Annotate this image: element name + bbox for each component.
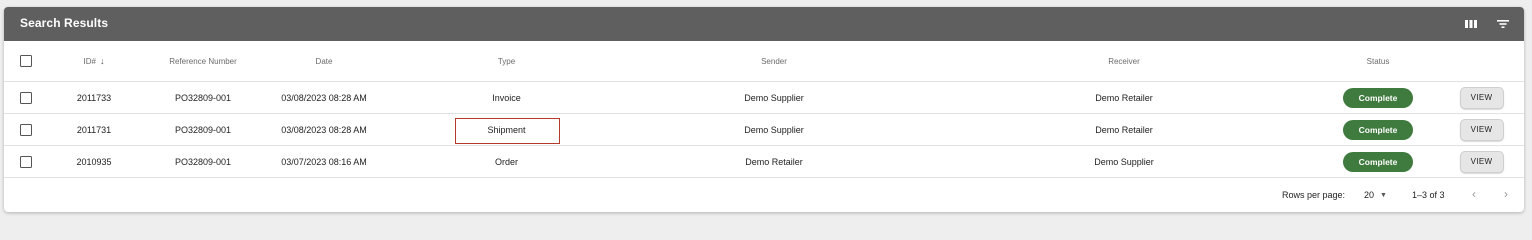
cell-action: VIEW: [1454, 114, 1509, 145]
panel-header: Search Results: [4, 7, 1524, 41]
cell-sender: Demo Retailer: [745, 156, 803, 167]
cell-id: 2011731: [76, 124, 112, 135]
search-results-panel: Search Results ID# ↓ Reference Number Da…: [4, 7, 1524, 212]
row-select-cell: [14, 146, 38, 177]
row-checkbox[interactable]: [20, 123, 32, 136]
cell-id: 2011733: [76, 92, 112, 103]
cell-reference: PO32809-001: [174, 124, 232, 135]
column-header-sender[interactable]: Sender: [704, 41, 844, 81]
column-header-id[interactable]: ID# ↓: [59, 41, 129, 81]
pagination-range: 1–3 of 3: [1412, 190, 1445, 200]
cell-sender: Demo Supplier: [744, 124, 804, 135]
select-all-checkbox[interactable]: [20, 55, 32, 67]
cell-type: Invoice: [492, 92, 521, 103]
sort-down-icon[interactable]: ↓: [100, 56, 105, 66]
cell-receiver: Demo Supplier: [1094, 156, 1154, 167]
cell-status: Complete: [1334, 82, 1422, 113]
select-all-cell: [14, 41, 38, 81]
column-header-status[interactable]: Status: [1334, 41, 1422, 81]
filter-icon[interactable]: [1496, 17, 1510, 31]
cell-status: Complete: [1334, 114, 1422, 145]
table-row[interactable]: 2010935 PO32809-001 03/07/2023 08:16 AM …: [4, 146, 1524, 178]
row-select-cell: [14, 82, 38, 113]
cell-status: Complete: [1334, 146, 1422, 177]
rows-per-page-select[interactable]: 20 ▼: [1364, 190, 1387, 200]
cell-type: Order: [494, 156, 518, 167]
column-header-receiver[interactable]: Receiver: [1054, 41, 1194, 81]
dropdown-caret-icon: ▼: [1380, 191, 1387, 199]
cell-date: 03/08/2023 08:28 AM: [281, 92, 367, 103]
row-checkbox[interactable]: [20, 155, 32, 168]
rows-per-page-value: 20: [1364, 190, 1375, 200]
cell-reference: PO32809-001: [174, 92, 232, 103]
cell-date: 03/08/2023 08:28 AM: [281, 124, 367, 135]
column-header-id-label: ID#: [83, 56, 96, 66]
column-header-date[interactable]: Date: [264, 41, 384, 81]
view-button[interactable]: VIEW: [1459, 150, 1504, 173]
row-checkbox[interactable]: [20, 91, 32, 104]
cell-action: VIEW: [1454, 146, 1509, 177]
cell-reference: PO32809-001: [174, 156, 232, 167]
status-badge: Complete: [1343, 87, 1413, 108]
status-badge: Complete: [1343, 151, 1413, 172]
cell-id: 2010935: [76, 156, 112, 167]
pagination-bar: Rows per page: 20 ▼ 1–3 of 3 ‹ ›: [4, 178, 1524, 212]
columns-icon[interactable]: [1464, 17, 1478, 31]
cell-receiver: Demo Retailer: [1095, 124, 1153, 135]
column-header-reference[interactable]: Reference Number: [148, 41, 258, 81]
cell-sender: Demo Supplier: [744, 92, 804, 103]
panel-title: Search Results: [20, 16, 109, 30]
next-page-icon[interactable]: ›: [1498, 186, 1514, 202]
table-row[interactable]: 2011733 PO32809-001 03/08/2023 08:28 AM …: [4, 82, 1524, 114]
cell-date: 03/07/2023 08:16 AM: [281, 156, 367, 167]
table-row[interactable]: 2011731 PO32809-001 03/08/2023 08:28 AM …: [4, 114, 1524, 146]
view-button[interactable]: VIEW: [1459, 86, 1504, 109]
status-badge: Complete: [1343, 119, 1413, 140]
rows-per-page-label: Rows per page:: [1282, 190, 1346, 200]
previous-page-icon[interactable]: ‹: [1466, 186, 1482, 202]
view-button[interactable]: VIEW: [1459, 118, 1504, 141]
cell-type: Shipment: [487, 124, 526, 135]
table-header-row: ID# ↓ Reference Number Date Type Sender …: [4, 41, 1524, 82]
cell-receiver: Demo Retailer: [1095, 92, 1153, 103]
column-header-type[interactable]: Type: [444, 41, 569, 81]
row-select-cell: [14, 114, 38, 145]
cell-action: VIEW: [1454, 82, 1509, 113]
